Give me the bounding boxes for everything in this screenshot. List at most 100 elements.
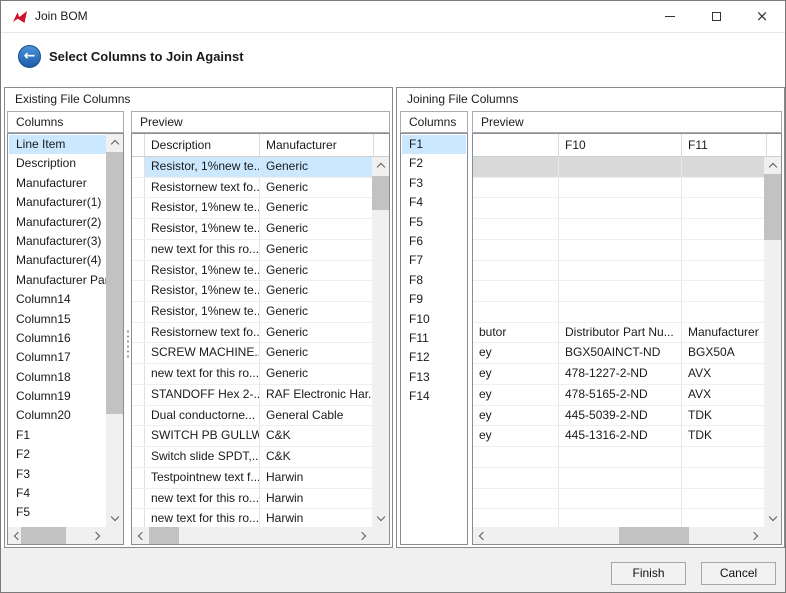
column-header-blank[interactable]	[473, 134, 559, 156]
column-list-item[interactable]: Manufacturer Part	[9, 271, 106, 290]
table-row[interactable]: Resistor, 1%new te...Generic	[132, 261, 372, 282]
column-list-item[interactable]: Column17	[9, 348, 106, 367]
table-row[interactable]: SWITCH PB GULLW...C&K	[132, 426, 372, 447]
column-list-item[interactable]: Manufacturer(3)	[9, 232, 106, 251]
scroll-up-button[interactable]	[764, 157, 781, 174]
column-list-item[interactable]: Manufacturer(1)	[9, 193, 106, 212]
table-row[interactable]: ey445-5039-2-NDTDK	[473, 406, 764, 427]
table-row[interactable]: Switch slide SPDT,...C&K	[132, 447, 372, 468]
table-row[interactable]	[473, 261, 764, 282]
table-row[interactable]	[473, 219, 764, 240]
table-row[interactable]: Resistor, 1%new te...Generic	[132, 219, 372, 240]
column-list-item[interactable]: F4	[9, 484, 106, 503]
scroll-up-button[interactable]	[106, 134, 123, 151]
table-row[interactable]: new text for this ro...Generic	[132, 240, 372, 261]
table-row[interactable]: eyBGX50AINCT-NDBGX50A	[473, 343, 764, 364]
column-list-item[interactable]: Column15	[9, 310, 106, 329]
column-list-item[interactable]: Manufacturer	[9, 174, 106, 193]
minimize-button[interactable]	[647, 1, 693, 32]
table-row[interactable]: Resistornew text fo...Generic	[132, 323, 372, 344]
table-row[interactable]: ey445-1316-2-NDTDK	[473, 426, 764, 447]
column-list-item[interactable]: F2	[402, 154, 466, 173]
close-button[interactable]: ×	[739, 1, 785, 32]
column-list-item[interactable]: F14	[402, 387, 466, 406]
column-list-item[interactable]: F8	[402, 271, 466, 290]
table-row[interactable]	[473, 178, 764, 199]
column-list-item[interactable]: Column19	[9, 387, 106, 406]
table-row[interactable]	[473, 468, 764, 489]
column-list-item[interactable]: F11	[402, 329, 466, 348]
existing-preview-vscrollbar[interactable]	[372, 157, 389, 527]
column-list-item[interactable]: F1	[9, 426, 106, 445]
existing-list-hscrollbar[interactable]	[8, 527, 106, 544]
table-row[interactable]: new text for this ro...Harwin	[132, 509, 372, 527]
table-row[interactable]: Resistornew text fo...Generic	[132, 178, 372, 199]
scroll-down-button[interactable]	[764, 510, 781, 527]
scroll-down-button[interactable]	[106, 510, 123, 527]
hscroll-thumb[interactable]	[619, 527, 689, 544]
table-row[interactable]: ey478-1227-2-NDAVX	[473, 364, 764, 385]
table-row[interactable]	[473, 509, 764, 527]
scroll-left-button[interactable]	[132, 527, 149, 544]
hscroll-thumb[interactable]	[149, 527, 179, 544]
table-row[interactable]	[473, 447, 764, 468]
column-list-item[interactable]: F9	[402, 290, 466, 309]
table-row[interactable]: SCREW MACHINE...Generic	[132, 343, 372, 364]
vscroll-thumb[interactable]	[764, 174, 781, 240]
column-list-item[interactable]: F3	[402, 174, 466, 193]
joining-preview-hscrollbar[interactable]	[473, 527, 764, 544]
column-list-item[interactable]: F3	[9, 465, 106, 484]
table-row[interactable]: Resistor, 1%new te...Generic	[132, 198, 372, 219]
column-list-item[interactable]: F4	[402, 193, 466, 212]
existing-preview-hscrollbar[interactable]	[132, 527, 372, 544]
scroll-right-button[interactable]	[89, 527, 106, 544]
column-list-item[interactable]: F5	[9, 503, 106, 522]
joining-columns-header[interactable]: Columns	[400, 111, 468, 133]
table-row[interactable]: STANDOFF Hex 2-...RAF Electronic Har..	[132, 385, 372, 406]
column-list-item[interactable]: F13	[402, 368, 466, 387]
column-list-item[interactable]: F5	[402, 213, 466, 232]
scroll-up-button[interactable]	[372, 157, 389, 174]
table-row[interactable]	[473, 302, 764, 323]
joining-preview-header[interactable]: Preview	[472, 111, 782, 133]
table-row[interactable]: Resistor, 1%new te...Generic	[132, 157, 372, 178]
vscroll-thumb[interactable]	[372, 176, 389, 210]
existing-list-vscrollbar[interactable]	[106, 134, 123, 527]
column-list-item[interactable]: F1	[402, 135, 466, 154]
table-row[interactable]: butorDistributor Part Nu...Manufacturer	[473, 323, 764, 344]
column-list-item[interactable]: Column20	[9, 406, 106, 425]
cancel-button[interactable]: Cancel	[701, 562, 776, 585]
column-list-item[interactable]: Manufacturer(2)	[9, 213, 106, 232]
joining-preview-vscrollbar[interactable]	[764, 157, 781, 527]
existing-splitter[interactable]	[124, 111, 131, 545]
column-list-item[interactable]: Column16	[9, 329, 106, 348]
column-header-f10[interactable]: F10	[559, 134, 682, 156]
finish-button[interactable]: Finish	[611, 562, 686, 585]
hscroll-thumb[interactable]	[21, 527, 66, 544]
column-list-item[interactable]: Column14	[9, 290, 106, 309]
table-row[interactable]: Testpointnew text f...Harwin	[132, 468, 372, 489]
scroll-down-button[interactable]	[372, 510, 389, 527]
table-row[interactable]: ey478-5165-2-NDAVX	[473, 385, 764, 406]
column-header-manufacturer[interactable]: Manufacturer	[260, 134, 374, 156]
column-header-description[interactable]: Description	[145, 134, 260, 156]
column-header-f11[interactable]: F11	[682, 134, 767, 156]
existing-preview-header[interactable]: Preview	[131, 111, 390, 133]
table-row[interactable]	[473, 281, 764, 302]
table-row[interactable]: Resistor, 1%new te...Generic	[132, 281, 372, 302]
table-row[interactable]: Resistor, 1%new te...Generic	[132, 302, 372, 323]
column-list-item[interactable]: F6	[402, 232, 466, 251]
column-list-item[interactable]: Column18	[9, 368, 106, 387]
table-row[interactable]: new text for this ro...Generic	[132, 364, 372, 385]
column-list-item[interactable]: F10	[402, 310, 466, 329]
column-list-item[interactable]: Manufacturer(4)	[9, 251, 106, 270]
table-row[interactable]: Dual conductorne...General Cable	[132, 406, 372, 427]
column-list-item[interactable]: F12	[402, 348, 466, 367]
scroll-right-button[interactable]	[355, 527, 372, 544]
scroll-right-button[interactable]	[747, 527, 764, 544]
table-row[interactable]	[473, 157, 764, 178]
table-row[interactable]	[473, 198, 764, 219]
scroll-left-button[interactable]	[473, 527, 490, 544]
back-button[interactable]: ←	[18, 45, 41, 68]
table-row[interactable]: new text for this ro...Harwin	[132, 489, 372, 510]
